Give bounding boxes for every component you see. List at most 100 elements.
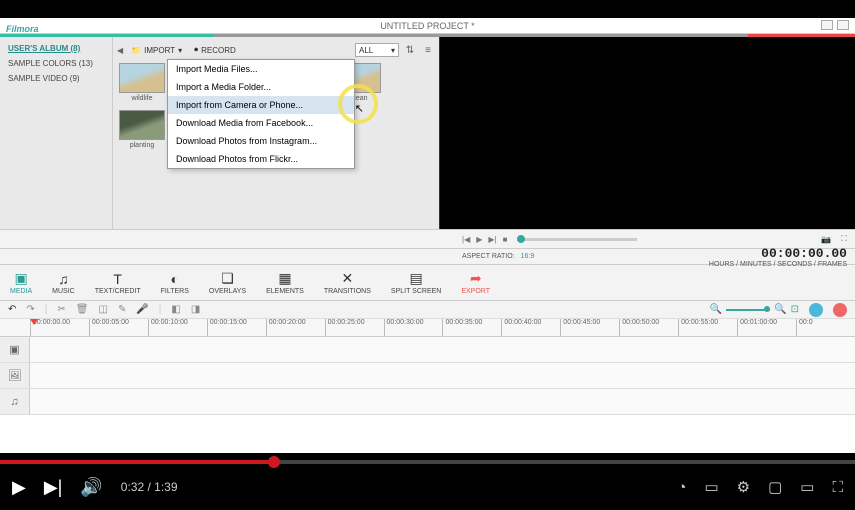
fullscreen-button[interactable]: ⛶ (841, 234, 847, 244)
ruler-tick: 00:01:00:00 (737, 319, 796, 336)
tab-elements[interactable]: ▦ELEMENTS (266, 270, 304, 295)
cut-button[interactable]: ✂ (57, 304, 65, 315)
voice-button[interactable]: 🎤 (136, 304, 148, 315)
edit-button[interactable]: ✎ (118, 304, 126, 315)
youtube-player-bar: ▶ ▶| 🔊 0:32 / 1:39 ◔ ▭ ⚙ ▢ ▭ ⛶ (0, 460, 855, 510)
undo-button[interactable]: ↶ (8, 304, 16, 315)
sidebar-item-users-album[interactable]: USER'S ALBUM (8) (0, 41, 112, 56)
tool-a[interactable]: ◧ (171, 304, 180, 315)
elements-icon: ▦ (278, 270, 291, 287)
app-logo: Filmora (6, 21, 39, 37)
preview-pane (439, 37, 855, 229)
aspect-ratio-value: 16:9 (521, 253, 535, 260)
import-label: IMPORT (144, 46, 175, 55)
yt-progress-bar[interactable] (0, 460, 855, 464)
audio-track[interactable]: ♫ (0, 389, 855, 415)
dropdown-item-import-files[interactable]: Import Media Files... (168, 60, 354, 78)
yt-time: 0:32 / 1:39 (121, 480, 178, 494)
ruler-tick: 00:00:45:00 (560, 319, 619, 336)
app-window: Filmora UNTITLED PROJECT * USER'S ALBUM … (0, 18, 855, 460)
next-frame-button[interactable]: ▶| (488, 235, 496, 244)
list-view-icon[interactable]: ≡ (421, 45, 435, 56)
split-icon: ▤ (410, 270, 423, 287)
yt-subtitles-button[interactable]: ▭ (704, 478, 718, 496)
zoom-out-button[interactable]: 🔍 (710, 304, 722, 315)
overlays-icon: ❏ (221, 270, 234, 287)
tab-transitions[interactable]: ✕TRANSITIONS (324, 270, 371, 295)
window-help-button[interactable] (821, 20, 833, 30)
aspect-ratio-label: ASPECT RATIO: (462, 253, 515, 260)
media-icon: ▣ (14, 270, 27, 287)
nav-back-icon[interactable]: ◀ (117, 46, 123, 55)
tool-b[interactable]: ◨ (191, 304, 200, 315)
dropdown-item-facebook[interactable]: Download Media from Facebook... (168, 114, 354, 132)
window-max-button[interactable] (837, 20, 849, 30)
zoom-fit-button[interactable]: ⊡ (791, 304, 799, 315)
stop-button[interactable]: ■ (503, 235, 508, 244)
ruler-tick: 00:00:30:00 (384, 319, 443, 336)
transitions-icon: ✕ (342, 270, 354, 287)
timecode-label: HOURS / MINUTES / SECONDS / FRAMES (709, 261, 847, 268)
sort-icon[interactable]: ⇅ (403, 45, 417, 56)
playhead-icon[interactable] (30, 319, 38, 325)
tab-split-screen[interactable]: ▤SPLIT SCREEN (391, 270, 441, 295)
ruler-tick: 00:00:55:00 (678, 319, 737, 336)
media-thumb[interactable]: planting (119, 110, 165, 149)
timeline-toolbar: ↶ ↷ | ✂ 🗑 ◫ ✎ 🎤 | ◧ ◨ 🔍 🔍 ⊡ (0, 301, 855, 319)
dropdown-item-import-folder[interactable]: Import a Media Folder... (168, 78, 354, 96)
zoom-slider[interactable] (726, 309, 770, 311)
yt-play-button[interactable]: ▶ (12, 477, 26, 498)
filter-select[interactable]: ALL ▾ (355, 43, 399, 57)
prev-frame-button[interactable]: |◀ (462, 235, 470, 244)
delete-button[interactable]: 🗑 (76, 304, 89, 315)
yt-next-button[interactable]: ▶| (44, 477, 63, 498)
yt-miniplayer-button[interactable]: ▢ (768, 478, 782, 496)
filter-value: ALL (359, 46, 373, 55)
redo-button[interactable]: ↷ (26, 304, 34, 315)
sidebar: USER'S ALBUM (8) SAMPLE COLORS (13) SAMP… (0, 37, 113, 229)
video-track[interactable]: ▣ (0, 337, 855, 363)
yt-volume-button[interactable]: 🔊 (80, 477, 102, 498)
media-thumb[interactable]: wildlife (119, 63, 165, 102)
ruler-tick: 00:00:15:00 (207, 319, 266, 336)
timeline-ruler[interactable]: 00:00:00.00 00:00:05:00 00:00:10:00 00:0… (0, 319, 855, 337)
yt-theater-button[interactable]: ▭ (800, 478, 814, 496)
zoom-in-button[interactable]: 🔍 (774, 304, 786, 315)
export-icon: ➦ (470, 270, 482, 287)
record-label: RECORD (201, 46, 236, 55)
ruler-tick: 00:00:00.00 (30, 319, 89, 336)
caret-down-icon: ▾ (178, 46, 182, 55)
tab-text[interactable]: TTEXT/CREDIT (95, 271, 141, 295)
tab-overlays[interactable]: ❏OVERLAYS (209, 270, 246, 295)
yt-watch-later-button[interactable]: ◔ (677, 479, 686, 496)
notification-icon[interactable] (833, 303, 847, 317)
media-panel: ◀ 📁 IMPORT ▾ ⏺ RECORD ALL ▾ ⇅ ≡ (113, 37, 439, 229)
import-button[interactable]: 📁 IMPORT ▾ (127, 44, 186, 57)
video-track-icon: ▣ (0, 337, 30, 362)
yt-fullscreen-button[interactable]: ⛶ (832, 479, 843, 496)
dropdown-item-flickr[interactable]: Download Photos from Flickr... (168, 150, 354, 168)
crop-button[interactable]: ◫ (98, 304, 107, 315)
record-button[interactable]: ⏺ RECORD (190, 43, 240, 57)
tab-media[interactable]: ▣MEDIA (10, 270, 32, 295)
tab-music[interactable]: ♫MUSIC (52, 271, 75, 295)
dropdown-item-instagram[interactable]: Download Photos from Instagram... (168, 132, 354, 150)
image-track[interactable]: 🖼 (0, 363, 855, 389)
snapshot-button[interactable]: 📷 (821, 235, 831, 244)
ruler-tick: 00:00:10:00 (148, 319, 207, 336)
timeline-tracks: ▣ 🖼 ♫ (0, 337, 855, 415)
sidebar-item-sample-video[interactable]: SAMPLE VIDEO (9) (0, 71, 112, 86)
sidebar-item-sample-colors[interactable]: SAMPLE COLORS (13) (0, 56, 112, 71)
avatar-icon[interactable] (809, 303, 823, 317)
play-button[interactable]: ▶ (476, 235, 482, 244)
yt-settings-button[interactable]: ⚙ (737, 478, 750, 496)
preview-scrubber[interactable] (517, 238, 637, 241)
tab-filters[interactable]: ◐FILTERS (161, 271, 189, 295)
tab-export[interactable]: ➦EXPORT (461, 270, 490, 295)
yt-scrubber[interactable] (268, 456, 280, 468)
dropdown-item-import-camera[interactable]: Import from Camera or Phone... ↖ (168, 96, 354, 114)
record-icon: ⏺ (194, 45, 198, 55)
text-icon: T (113, 271, 122, 287)
filters-icon: ◐ (171, 271, 179, 287)
ruler-tick: 00:00:05:00 (89, 319, 148, 336)
